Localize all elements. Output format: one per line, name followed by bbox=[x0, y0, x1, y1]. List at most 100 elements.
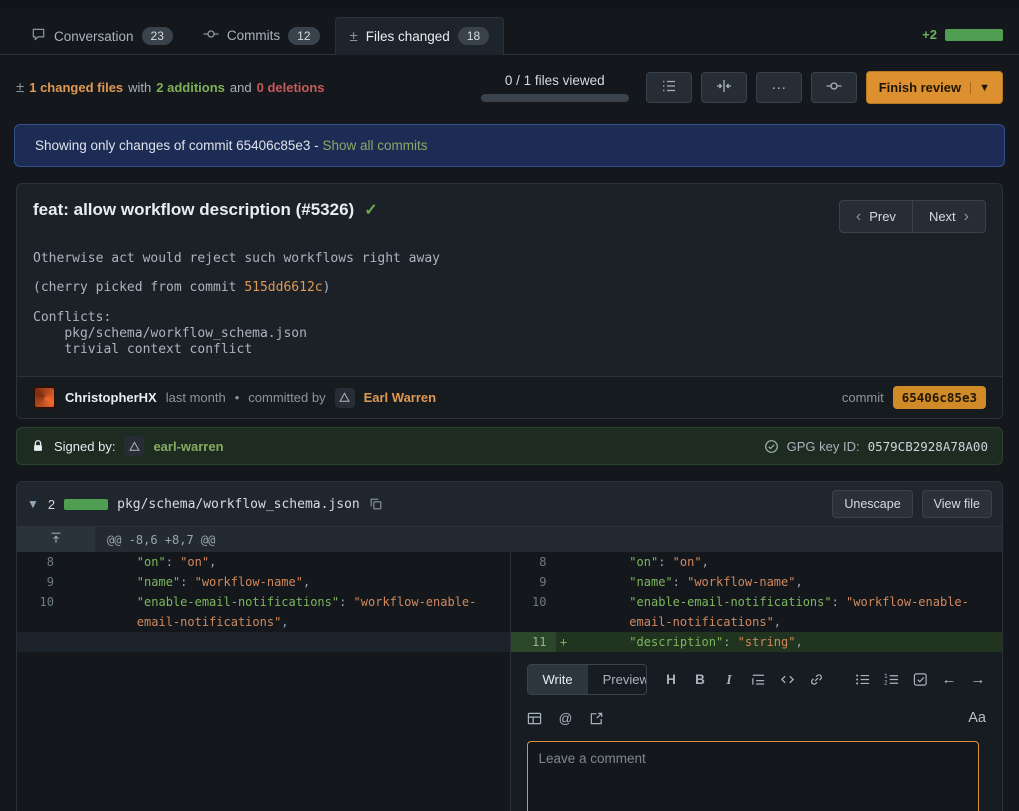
tab-commits-count: 12 bbox=[288, 27, 319, 45]
text-size-toggle[interactable]: Aa bbox=[968, 710, 986, 726]
inline-comment-row: Write Preview H B I 12 ← → bbox=[17, 652, 1002, 811]
view-file-button[interactable]: View file bbox=[922, 490, 992, 518]
diff-view-toggle-button[interactable] bbox=[701, 72, 747, 103]
conflicts-block: Conflicts: pkg/schema/workflow_schema.js… bbox=[33, 310, 986, 359]
diff-code-cell: "on": "on", bbox=[63, 552, 510, 572]
file-tree-toggle-button[interactable] bbox=[646, 72, 692, 103]
fold-file-icon[interactable]: ▼ bbox=[27, 497, 39, 511]
diff-line-number[interactable]: 8 bbox=[510, 552, 556, 572]
show-all-commits-link[interactable]: Show all commits bbox=[322, 138, 427, 153]
signer-avatar[interactable] bbox=[124, 436, 144, 456]
diff-line-number[interactable]: 8 bbox=[17, 552, 63, 572]
svg-text:2: 2 bbox=[884, 680, 888, 687]
file-tree-icon bbox=[661, 78, 677, 98]
next-commit-button[interactable]: Next › bbox=[912, 200, 986, 233]
ordered-list-icon[interactable]: 12 bbox=[883, 671, 899, 689]
diff-line-number[interactable]: 9 bbox=[510, 572, 556, 592]
signature-band: Signed by: earl-warren GPG key ID: 0579C… bbox=[16, 427, 1003, 465]
mention-icon[interactable]: @ bbox=[558, 709, 574, 727]
diff-line-marker bbox=[556, 552, 572, 572]
diff-code-cell: "name": "workflow-name", bbox=[556, 572, 1003, 592]
author-link[interactable]: ChristopherHX bbox=[65, 390, 157, 405]
signer-link[interactable]: earl-warren bbox=[153, 439, 223, 454]
heading-icon[interactable]: H bbox=[663, 671, 679, 689]
unescape-button[interactable]: Unescape bbox=[832, 490, 912, 518]
tab-commits[interactable]: Commits 12 bbox=[188, 16, 335, 55]
cherry-sha-link[interactable]: 515dd6612c bbox=[244, 280, 322, 295]
comment-textarea[interactable] bbox=[527, 741, 979, 811]
prev-label: Prev bbox=[869, 209, 896, 224]
code-icon[interactable] bbox=[779, 671, 795, 689]
italic-icon[interactable]: I bbox=[721, 671, 737, 689]
additions-text: 2 additions bbox=[156, 80, 225, 95]
committer-avatar[interactable] bbox=[335, 388, 355, 408]
committed-by-text: committed by bbox=[248, 390, 325, 405]
cherry-prefix: (cherry picked from commit bbox=[33, 280, 244, 295]
diff-table: 8 "on": "on",8 "on": "on",9 "name": "wor… bbox=[17, 552, 1002, 652]
file-name[interactable]: pkg/schema/workflow_schema.json bbox=[117, 497, 360, 512]
expand-hunk-button[interactable] bbox=[17, 527, 95, 552]
file-diff-header: ▼ 2 pkg/schema/workflow_schema.json Unes… bbox=[17, 482, 1002, 527]
diff-options-button[interactable]: ··· bbox=[756, 72, 802, 103]
tab-preview[interactable]: Preview bbox=[588, 665, 647, 694]
deletions-text: 0 deletions bbox=[257, 80, 325, 95]
diff-code-cell: "enable-email-notifications": "workflow-… bbox=[63, 592, 510, 632]
unordered-list-icon[interactable] bbox=[854, 671, 870, 689]
next-label: Next bbox=[929, 209, 956, 224]
files-viewed-indicator: 0 / 1 files viewed bbox=[481, 73, 629, 102]
copy-path-icon[interactable] bbox=[369, 497, 383, 511]
file-diffstat-bar bbox=[64, 499, 108, 510]
finish-review-label: Finish review bbox=[879, 80, 961, 95]
pr-tabbar: Conversation 23 Commits 12 ± Files chang… bbox=[0, 8, 1019, 55]
table-icon[interactable] bbox=[527, 709, 543, 727]
tab-conversation[interactable]: Conversation 23 bbox=[16, 17, 188, 55]
commit-sha-badge[interactable]: 65406c85e3 bbox=[893, 386, 986, 409]
diff-empty-filler bbox=[17, 652, 510, 811]
diff-line-marker bbox=[63, 572, 79, 592]
lock-icon bbox=[31, 439, 45, 453]
prev-commit-button[interactable]: ‹ Prev bbox=[839, 200, 912, 233]
tab-files-changed-count: 18 bbox=[458, 27, 489, 45]
diff-line-number[interactable]: 10 bbox=[17, 592, 63, 632]
committer-link[interactable]: Earl Warren bbox=[364, 390, 437, 405]
diff-line-marker bbox=[556, 572, 572, 592]
top-strip bbox=[0, 0, 1019, 8]
tab-files-changed[interactable]: ± Files changed 18 bbox=[335, 17, 505, 55]
commit-meta: ChristopherHX last month • committed by … bbox=[17, 376, 1002, 418]
arrow-right-icon[interactable]: → bbox=[970, 671, 986, 689]
chevron-left-icon: ‹ bbox=[856, 209, 861, 225]
caret-down-icon: ▼ bbox=[970, 82, 990, 94]
commit-panel: feat: allow workflow description (#5326)… bbox=[16, 183, 1003, 419]
file-additions-count: 2 bbox=[48, 497, 55, 512]
ellipsis-icon: ··· bbox=[771, 79, 786, 96]
with-text: with bbox=[128, 80, 151, 95]
diff-code-cell: + "description": "string", bbox=[556, 632, 1003, 652]
diff-stat-additions: +2 bbox=[922, 27, 937, 42]
finish-review-button[interactable]: Finish review ▼ bbox=[866, 71, 1003, 104]
changed-files-link[interactable]: 1 changed files bbox=[29, 80, 123, 95]
link-icon[interactable] bbox=[808, 671, 824, 689]
ci-success-icon[interactable]: ✓ bbox=[364, 200, 377, 220]
diff-line-number[interactable]: 11 bbox=[510, 632, 556, 652]
signed-by-label: Signed by: bbox=[54, 439, 115, 454]
author-avatar[interactable] bbox=[33, 386, 56, 409]
diff-line-number[interactable]: 9 bbox=[17, 572, 63, 592]
files-viewed-text: 0 / 1 files viewed bbox=[505, 73, 605, 88]
tab-conversation-label: Conversation bbox=[54, 29, 134, 44]
chevron-right-icon: › bbox=[964, 209, 969, 225]
commit-title-text: feat: allow workflow description (#5326) bbox=[33, 200, 354, 220]
cherry-suffix: ) bbox=[323, 280, 331, 295]
arrow-left-icon[interactable]: ← bbox=[941, 671, 957, 689]
cherry-pick-line: (cherry picked from commit 515dd6612c) bbox=[33, 280, 986, 296]
bold-icon[interactable]: B bbox=[692, 671, 708, 689]
task-list-icon[interactable] bbox=[912, 671, 928, 689]
diff-code-cell: "name": "workflow-name", bbox=[63, 572, 510, 592]
diff-line-number[interactable]: 10 bbox=[510, 592, 556, 632]
file-diff-icon: ± bbox=[16, 79, 24, 96]
diff-toolbar: ± 1 changed files with 2 additions and 0… bbox=[0, 55, 1019, 116]
commit-title: feat: allow workflow description (#5326)… bbox=[33, 200, 378, 220]
tab-write[interactable]: Write bbox=[528, 665, 588, 694]
commits-view-button[interactable] bbox=[811, 72, 857, 103]
reference-icon[interactable] bbox=[589, 709, 605, 727]
quote-icon[interactable] bbox=[750, 671, 766, 689]
